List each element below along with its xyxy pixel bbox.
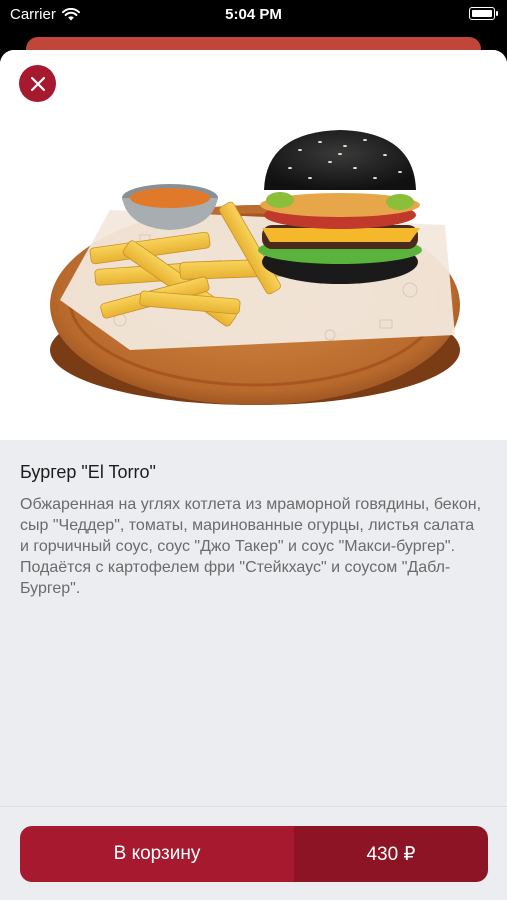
battery-icon (469, 7, 498, 20)
product-image (0, 50, 507, 440)
bottom-action-bar: В корзину 430 ₽ (0, 806, 507, 900)
close-icon (30, 76, 45, 91)
status-time: 5:04 PM (225, 6, 282, 23)
product-info: Бургер "El Torro" Обжаренная на углях ко… (20, 460, 487, 599)
close-button[interactable] (19, 65, 56, 102)
price-label: 430 ₽ (294, 826, 488, 882)
product-sheet: Бургер "El Torro" Обжаренная на углях ко… (0, 50, 507, 900)
burger-plate-illustration (50, 130, 460, 405)
add-to-cart-label: В корзину (20, 826, 294, 882)
status-bar: Carrier 5:04 PM (0, 0, 507, 30)
add-to-cart-button[interactable]: В корзину 430 ₽ (20, 826, 488, 882)
product-title: Бургер "El Torro" (20, 462, 156, 482)
product-description: Обжаренная на углях котлета из мраморной… (20, 496, 482, 597)
